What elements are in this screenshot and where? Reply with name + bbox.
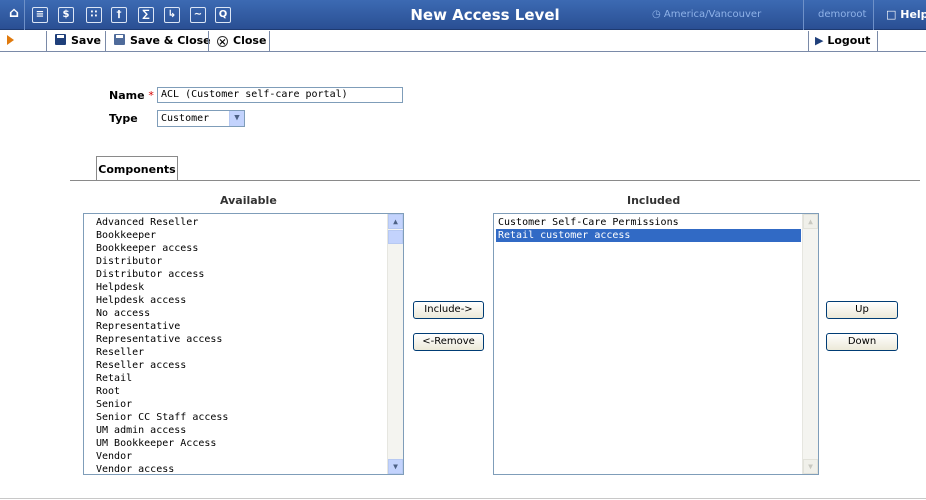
bottom-border [0, 498, 926, 499]
remove-button[interactable]: <-Remove [413, 333, 484, 351]
scroll-down-icon[interactable]: ▼ [803, 459, 818, 474]
page-title: New Access Level [410, 6, 560, 24]
list-item[interactable]: Distributor [86, 255, 386, 268]
tab-components[interactable]: Components [96, 156, 178, 181]
available-scrollbar[interactable]: ▲ ▼ [387, 214, 403, 474]
toolbar: Save Save & Close × Close ▶ Logout [0, 31, 926, 52]
logout-icon: ▶ [815, 34, 824, 47]
list-item[interactable]: Helpdesk access [86, 294, 386, 307]
available-items: Advanced Reseller Bookkeeper Bookkeeper ac… [86, 216, 386, 474]
chart-icon[interactable]: ∼ [190, 7, 206, 23]
list-item[interactable]: Representative access [86, 333, 386, 346]
list-item[interactable]: Customer Self-Care Permissions [496, 216, 801, 229]
type-value: Customer [161, 113, 210, 124]
figure-icon[interactable]: † [111, 7, 127, 23]
home-icon[interactable]: ⌂ [6, 6, 22, 22]
name-label: Name * [109, 89, 154, 102]
top-nav-bar: ⌂ ≡ $ ∷ † ∑ ↳ ∼ Q New Access Level ◷ Ame… [0, 0, 926, 30]
play-arrow-icon [7, 35, 14, 45]
list-icon[interactable]: ≡ [32, 7, 48, 23]
list-item[interactable]: Retail [86, 372, 386, 385]
included-items: Customer Self-Care Permissions Retail cus… [496, 216, 801, 242]
list-item[interactable]: Representative [86, 320, 386, 333]
close-icon: × [217, 36, 228, 48]
save-label: Save [71, 34, 101, 47]
included-scrollbar[interactable]: ▲ ▼ [802, 214, 818, 474]
list-item[interactable]: No access [86, 307, 386, 320]
grid-icon[interactable]: ∷ [86, 7, 102, 23]
scroll-down-icon[interactable]: ▼ [388, 459, 403, 474]
list-item[interactable]: Reseller [86, 346, 386, 359]
down-button[interactable]: Down [826, 333, 898, 351]
scroll-thumb[interactable] [388, 230, 403, 244]
required-mark: * [148, 89, 154, 102]
list-item[interactable]: Vendor access [86, 463, 386, 474]
nav-separator [24, 0, 25, 30]
name-label-text: Name [109, 89, 145, 102]
export-icon[interactable]: ↳ [164, 7, 180, 23]
list-item[interactable]: Distributor access [86, 268, 386, 281]
included-listbox[interactable]: Customer Self-Care Permissions Retail cus… [493, 213, 819, 475]
close-label: Close [233, 34, 267, 47]
list-item[interactable]: Retail customer access [496, 229, 801, 242]
close-button[interactable]: × Close [208, 31, 270, 51]
list-item[interactable]: Vendor [86, 450, 386, 463]
list-item[interactable]: Bookkeeper [86, 229, 386, 242]
nav-separator [873, 0, 874, 30]
list-item[interactable]: UM admin access [86, 424, 386, 437]
dollar-icon[interactable]: $ [58, 7, 74, 23]
list-item[interactable]: Senior [86, 398, 386, 411]
logout-button[interactable]: ▶ Logout [808, 31, 878, 51]
save-disk-icon [55, 34, 66, 45]
list-item[interactable]: Advanced Reseller [86, 216, 386, 229]
save-button[interactable]: Save [46, 31, 104, 51]
user-link[interactable]: demoroot [818, 9, 866, 20]
list-item[interactable]: Reseller access [86, 359, 386, 372]
scroll-up-icon[interactable]: ▲ [388, 214, 403, 229]
columns-icon[interactable]: ∑ [138, 7, 154, 23]
search-icon[interactable]: Q [215, 7, 231, 23]
list-item[interactable]: Bookkeeper access [86, 242, 386, 255]
list-item[interactable]: Helpdesk [86, 281, 386, 294]
available-heading: Available [220, 194, 277, 207]
help-label: Help [900, 8, 926, 21]
chevron-down-icon[interactable]: ▼ [229, 111, 244, 126]
timezone-link[interactable]: ◷ America/Vancouver [652, 9, 761, 20]
name-input[interactable]: ACL (Customer self-care portal) [157, 87, 403, 103]
list-item[interactable]: Senior CC Staff access [86, 411, 386, 424]
available-listbox[interactable]: Advanced Reseller Bookkeeper Bookkeeper ac… [83, 213, 404, 475]
save-close-icon [114, 34, 125, 45]
list-item[interactable]: Root [86, 385, 386, 398]
help-link[interactable]: □ Help [886, 8, 926, 21]
include-button[interactable]: Include-> [413, 301, 484, 319]
nav-separator [803, 0, 804, 30]
type-label: Type [109, 112, 138, 125]
scroll-up-icon[interactable]: ▲ [803, 214, 818, 229]
type-select[interactable]: Customer ▼ [157, 110, 245, 127]
tab-divider [70, 180, 920, 181]
up-button[interactable]: Up [826, 301, 898, 319]
logout-label: Logout [827, 34, 871, 47]
timezone-label: America/Vancouver [663, 9, 762, 20]
save-close-button[interactable]: Save & Close [105, 31, 211, 51]
included-heading: Included [627, 194, 681, 207]
list-item[interactable]: UM Bookkeeper Access [86, 437, 386, 450]
save-close-label: Save & Close [130, 34, 211, 47]
